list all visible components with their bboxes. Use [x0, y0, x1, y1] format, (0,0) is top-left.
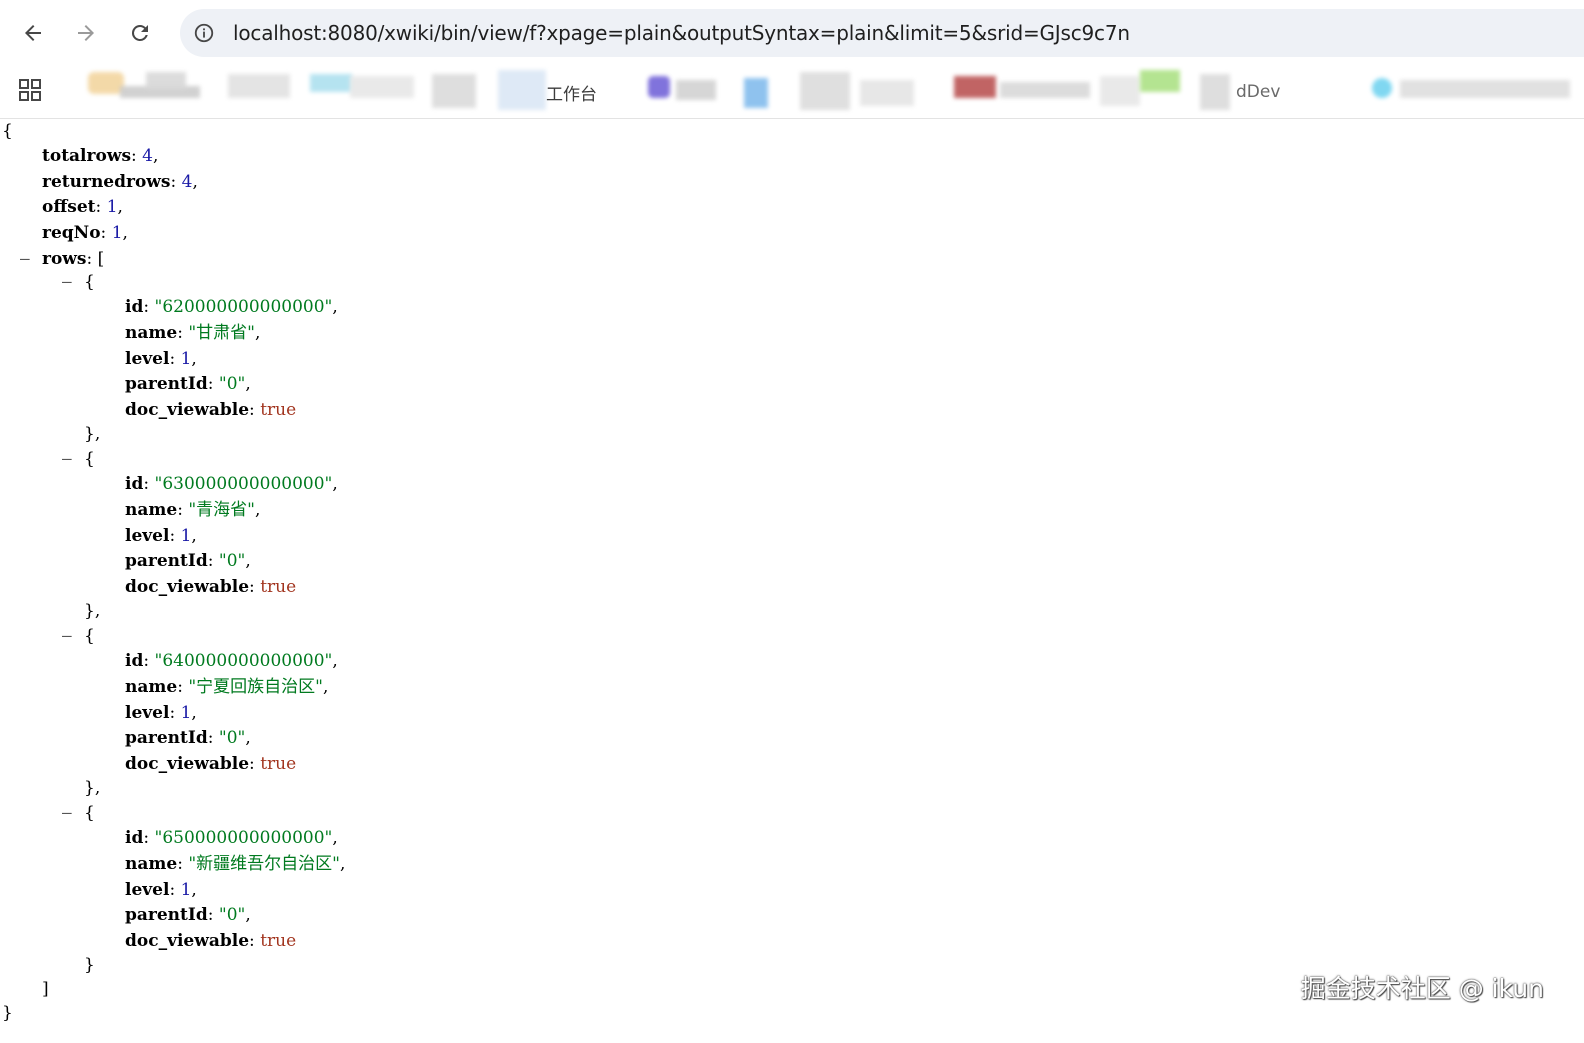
url-text[interactable]: localhost:8080/xwiki/bin/view/f?xpage=pl… — [233, 9, 1130, 57]
bookmark-blurred[interactable] — [1100, 76, 1140, 106]
collapse-toggle-row[interactable]: – — [62, 271, 72, 293]
row-field-level: level: 1, — [125, 703, 197, 723]
row-close-brace: }, — [84, 424, 101, 444]
bookmark-blurred[interactable] — [1372, 78, 1392, 98]
rows-close-bracket: ] — [42, 979, 49, 999]
root-close-brace: } — [2, 1003, 13, 1023]
row-field-doc-viewable: doc_viewable: true — [125, 931, 297, 951]
bookmark-blurred[interactable] — [432, 74, 476, 108]
bookmarks-bar: 工作台 dDev — [0, 66, 1584, 119]
address-bar[interactable]: localhost:8080/xwiki/bin/view/f?xpage=pl… — [180, 9, 1584, 57]
root-open-brace: { — [2, 121, 13, 141]
row-close-brace: }, — [84, 778, 101, 798]
row-field-id: id: "640000000000000", — [125, 651, 338, 671]
row-field-doc-viewable: doc_viewable: true — [125, 577, 297, 597]
row-field-id: id: "620000000000000", — [125, 297, 338, 317]
row-field-name: name: "宁夏回族自治区", — [125, 677, 329, 697]
field-totalrows: totalrows: 4, — [42, 146, 159, 166]
bookmark-blurred[interactable] — [1400, 80, 1570, 98]
collapse-toggle-row[interactable]: – — [62, 802, 72, 824]
row-field-id: id: "650000000000000", — [125, 828, 338, 848]
bookmark-workbench-label: 工作台 — [546, 84, 597, 105]
reload-icon — [131, 24, 148, 41]
collapse-toggle-row[interactable]: – — [62, 448, 72, 470]
row-field-doc-viewable: doc_viewable: true — [125, 400, 297, 420]
bookmark-dev-label: dDev — [1236, 82, 1281, 102]
row-open-brace: { — [84, 803, 95, 823]
bookmark-blurred[interactable] — [800, 72, 850, 110]
row-field-parentId: parentId: "0", — [125, 374, 251, 394]
watermark: 掘金技术社区 @ ikun — [1300, 974, 1544, 1003]
bookmark-blurred[interactable] — [88, 72, 124, 94]
field-offset: offset: 1, — [42, 197, 123, 217]
row-close-brace: } — [84, 955, 95, 975]
row-field-parentId: parentId: "0", — [125, 551, 251, 571]
bookmark-blurred[interactable] — [498, 70, 546, 110]
json-viewer: { totalrows: 4, returnedrows: 4, offset:… — [0, 119, 1584, 1043]
site-info-button[interactable] — [192, 21, 216, 45]
bookmark-blurred[interactable] — [310, 74, 352, 92]
bookmark-blurred[interactable] — [146, 72, 186, 90]
browser-toolbar: localhost:8080/xwiki/bin/view/f?xpage=pl… — [0, 0, 1584, 66]
row-field-level: level: 1, — [125, 526, 197, 546]
row-field-level: level: 1, — [125, 349, 197, 369]
bookmark-blurred[interactable] — [744, 78, 768, 108]
bookmark-workbench[interactable]: 工作台 — [546, 72, 597, 112]
row-open-brace: { — [84, 272, 95, 292]
bookmark-blurred[interactable] — [648, 76, 670, 98]
forward-arrow-icon — [78, 25, 94, 41]
collapse-toggle-row[interactable]: – — [62, 625, 72, 647]
row-field-name: name: "青海省", — [125, 500, 261, 520]
row-field-parentId: parentId: "0", — [125, 728, 251, 748]
bookmark-blurred[interactable] — [954, 76, 996, 98]
bookmark-blurred[interactable] — [676, 80, 716, 100]
row-open-brace: { — [84, 626, 95, 646]
row-field-parentId: parentId: "0", — [125, 905, 251, 925]
forward-button[interactable] — [67, 14, 105, 52]
row-open-brace: { — [84, 449, 95, 469]
bookmark-blurred[interactable] — [350, 76, 414, 98]
field-rows: rows: [ — [42, 249, 105, 269]
collapse-toggle-rows[interactable]: – — [20, 248, 30, 270]
reload-button[interactable] — [121, 14, 159, 52]
field-returnedrows: returnedrows: 4, — [42, 172, 198, 192]
row-field-name: name: "新疆维吾尔自治区", — [125, 854, 346, 874]
row-field-name: name: "甘肃省", — [125, 323, 261, 343]
bookmark-blurred[interactable] — [1200, 74, 1230, 110]
bookmark-blurred[interactable] — [1000, 82, 1090, 98]
site-info-icon — [194, 23, 214, 43]
bookmark-blurred[interactable] — [860, 80, 914, 106]
row-field-level: level: 1, — [125, 880, 197, 900]
field-reqNo: reqNo: 1, — [42, 223, 128, 243]
row-close-brace: }, — [84, 601, 101, 621]
back-button[interactable] — [14, 14, 52, 52]
row-field-doc-viewable: doc_viewable: true — [125, 754, 297, 774]
apps-grid-icon[interactable] — [18, 78, 42, 102]
bookmark-dev[interactable]: dDev — [1236, 72, 1280, 112]
bookmark-blurred[interactable] — [228, 74, 290, 98]
back-arrow-icon — [25, 25, 41, 41]
bookmark-blurred[interactable] — [1140, 70, 1180, 92]
row-field-id: id: "630000000000000", — [125, 474, 338, 494]
